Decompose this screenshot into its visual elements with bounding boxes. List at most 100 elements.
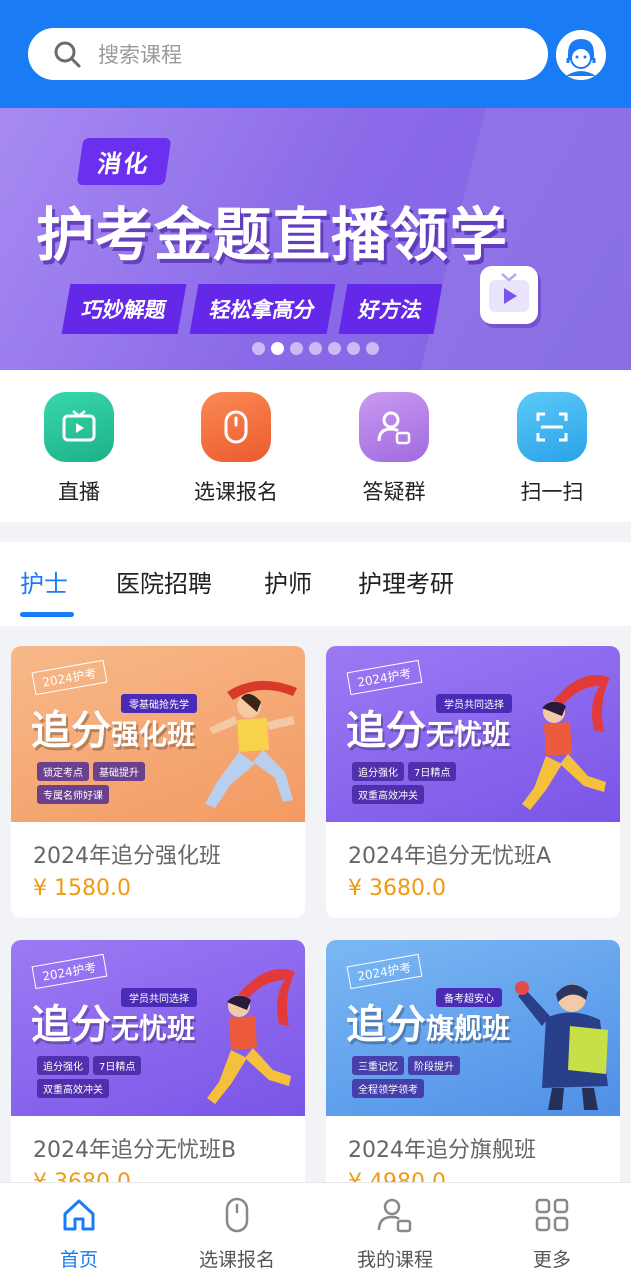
poster-tag: 追分强化 xyxy=(352,762,404,781)
poster-tags: 追分强化 7日精点 双重高效冲关 xyxy=(37,1056,187,1098)
poster-title: 追分无忧班 xyxy=(346,698,510,756)
nav-more[interactable]: 更多 xyxy=(482,1195,622,1272)
nav-label: 首页 xyxy=(59,1249,98,1271)
poster-title: 追分旗舰班 xyxy=(346,992,510,1050)
active-tab-indicator xyxy=(20,612,74,617)
quick-item-qa-group[interactable]: 答疑群 xyxy=(329,392,459,506)
poster-tags: 三重记忆 阶段提升 全程领学领考 xyxy=(352,1056,502,1098)
poster-title-small: 旗舰班 xyxy=(426,1012,511,1045)
student-illustration xyxy=(515,981,608,1110)
nav-label: 我的课程 xyxy=(356,1249,433,1271)
tab-hospital-recruitment[interactable]: 医院招聘 xyxy=(116,564,212,599)
pagination-dot[interactable] xyxy=(290,342,303,355)
pagination-dot[interactable] xyxy=(252,342,265,355)
poster-tag: 7日精点 xyxy=(408,762,457,781)
quick-item-enroll[interactable]: 选课报名 xyxy=(171,392,301,506)
poster-tag: 追分强化 xyxy=(37,1056,89,1075)
poster-tags: 锁定考点 基础提升 专属名师好课 xyxy=(37,762,187,804)
poster-title-big: 追分 xyxy=(346,1002,426,1048)
poster-tag: 双重高效冲关 xyxy=(37,1079,109,1098)
banner-pagination xyxy=(252,342,379,355)
pagination-dot[interactable] xyxy=(328,342,341,355)
bottom-navigation: 首页 选课报名 我的课程 更多 xyxy=(0,1182,631,1280)
course-card[interactable]: 2024护考 备考超安心 追分旗舰班 三重记忆 阶段提升 全程领学领考 2024… xyxy=(326,940,620,1212)
course-poster: 2024护考 备考超安心 追分旗舰班 三重记忆 阶段提升 全程领学领考 xyxy=(326,940,620,1116)
poster-tag: 双重高效冲关 xyxy=(352,785,424,804)
course-price: ¥ 1580.0 xyxy=(33,876,131,901)
poster-title-big: 追分 xyxy=(346,708,426,754)
poster-title-big: 追分 xyxy=(31,708,111,754)
poster-tags: 追分强化 7日精点 双重高效冲关 xyxy=(352,762,502,804)
search-bar[interactable]: 搜索课程 xyxy=(28,28,548,80)
mouse-icon xyxy=(201,392,271,462)
nav-my-courses[interactable]: 我的课程 xyxy=(325,1195,465,1272)
course-price: ¥ 3680.0 xyxy=(348,876,446,901)
nav-enroll[interactable]: 选课报名 xyxy=(167,1195,307,1272)
grid-icon xyxy=(535,1198,569,1232)
course-poster: 2024护考 零基础抢先学 追分强化班 锁定考点 基础提升 专属名师好课 xyxy=(11,646,305,822)
poster-tag: 锁定考点 xyxy=(37,762,89,781)
poster-year: 2024护考 xyxy=(31,953,107,990)
poster-tag: 三重记忆 xyxy=(352,1056,404,1075)
poster-tag: 阶段提升 xyxy=(408,1056,460,1075)
runner-illustration xyxy=(207,969,295,1104)
quick-item-scan[interactable]: 扫一扫 xyxy=(487,392,617,506)
quick-item-label: 答疑群 xyxy=(362,480,426,504)
quick-item-label: 直播 xyxy=(58,480,100,504)
banner-chips: 巧妙解题 轻松拿高分 好方法 xyxy=(61,284,443,334)
pagination-dot[interactable] xyxy=(271,342,284,355)
banner-chip: 巧妙解题 xyxy=(61,284,187,334)
quick-item-label: 选课报名 xyxy=(194,480,278,504)
promo-banner[interactable]: 消化 护考金题直播领学 巧妙解题 轻松拿高分 好方法 xyxy=(0,108,631,370)
poster-title-small: 无忧班 xyxy=(426,718,511,751)
pagination-dot[interactable] xyxy=(309,342,322,355)
course-name: 2024年追分无忧班A xyxy=(348,844,552,869)
course-poster: 2024护考 学员共同选择 追分无忧班 追分强化 7日精点 双重高效冲关 xyxy=(11,940,305,1116)
poster-year: 2024护考 xyxy=(31,659,107,696)
mouse-icon xyxy=(225,1197,249,1233)
poster-title-big: 追分 xyxy=(31,1002,111,1048)
poster-title-small: 强化班 xyxy=(111,718,196,751)
top-bar: 搜索课程 xyxy=(0,0,631,108)
poster-title-small: 无忧班 xyxy=(111,1012,196,1045)
course-card[interactable]: 2024护考 学员共同选择 追分无忧班 追分强化 7日精点 双重高效冲关 202… xyxy=(11,940,305,1212)
customer-service-icon xyxy=(556,30,606,80)
banner-headline: 护考金题直播领学 xyxy=(36,201,509,269)
poster-tag: 全程领学领考 xyxy=(352,1079,424,1098)
poster-year: 2024护考 xyxy=(346,659,422,696)
customer-service-avatar[interactable] xyxy=(556,30,606,80)
poster-tag: 7日精点 xyxy=(93,1056,142,1075)
nav-label: 选课报名 xyxy=(198,1249,275,1271)
search-icon xyxy=(54,41,81,68)
poster-tag: 专属名师好课 xyxy=(37,785,109,804)
nav-label: 更多 xyxy=(532,1249,571,1271)
tab-nurse-practitioner[interactable]: 护师 xyxy=(264,564,312,599)
quick-item-live[interactable]: 直播 xyxy=(14,392,144,506)
tab-nurse[interactable]: 护士 xyxy=(20,564,68,599)
runner-illustration xyxy=(205,680,297,808)
scan-icon xyxy=(517,392,587,462)
poster-tag: 基础提升 xyxy=(93,762,145,781)
tab-nursing-postgraduate[interactable]: 护理考研 xyxy=(358,564,454,599)
tv-icon xyxy=(44,392,114,462)
course-poster: 2024护考 学员共同选择 追分无忧班 追分强化 7日精点 双重高效冲关 xyxy=(326,646,620,822)
banner-tag: 消化 xyxy=(76,138,172,185)
pagination-dot[interactable] xyxy=(366,342,379,355)
app-page: 搜索课程 消化 护考金题直播领学 巧妙解题 轻松拿高分 好方法 直播 选课报名 … xyxy=(0,0,631,1280)
play-tv-icon xyxy=(480,266,538,324)
search-placeholder: 搜索课程 xyxy=(98,43,182,67)
pagination-dot[interactable] xyxy=(347,342,360,355)
quick-item-label: 扫一扫 xyxy=(520,480,584,504)
poster-title: 追分无忧班 xyxy=(31,992,195,1050)
runner-illustration xyxy=(522,675,610,810)
poster-title: 追分强化班 xyxy=(31,698,195,756)
nav-home[interactable]: 首页 xyxy=(9,1195,149,1272)
course-card[interactable]: 2024护考 学员共同选择 追分无忧班 追分强化 7日精点 双重高效冲关 202… xyxy=(326,646,620,918)
user-group-icon xyxy=(359,392,429,462)
course-name: 2024年追分无忧班B xyxy=(33,1138,237,1163)
course-name: 2024年追分旗舰班 xyxy=(348,1138,536,1163)
my-course-icon xyxy=(377,1198,412,1233)
course-card[interactable]: 2024护考 零基础抢先学 追分强化班 锁定考点 基础提升 专属名师好课 202… xyxy=(11,646,305,918)
banner-chip: 好方法 xyxy=(338,284,443,334)
poster-year: 2024护考 xyxy=(346,953,422,990)
